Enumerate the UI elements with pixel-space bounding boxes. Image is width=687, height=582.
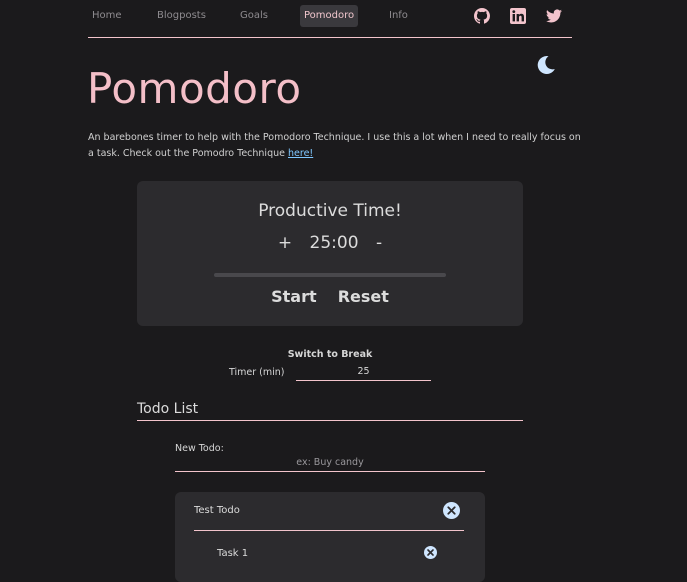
twitter-icon[interactable] bbox=[546, 8, 562, 24]
start-button[interactable]: Start bbox=[271, 287, 317, 306]
timer-minutes-input[interactable]: 25 bbox=[296, 366, 431, 381]
timer-row: + 25:00 - bbox=[137, 233, 523, 253]
top-nav: Home Blogposts Goals Pomodoro Info bbox=[88, 0, 572, 38]
timer-minutes-label: Timer (min) bbox=[229, 367, 285, 378]
timer-display: 25:00 bbox=[309, 233, 359, 253]
new-todo-input[interactable]: ex: Buy candy bbox=[175, 457, 485, 472]
increment-button[interactable]: + bbox=[278, 233, 292, 253]
timer-mode-title: Productive Time! bbox=[258, 201, 402, 221]
todo-divider bbox=[194, 530, 464, 531]
page-title: Pomodoro bbox=[87, 64, 302, 113]
new-todo-label: New Todo: bbox=[175, 443, 224, 454]
nav-goals[interactable]: Goals bbox=[236, 5, 272, 27]
todo-list-heading: Todo List bbox=[137, 401, 523, 421]
todo-title: Test Todo bbox=[194, 505, 240, 516]
intro-paragraph: An barebones timer to help with the Pomo… bbox=[88, 130, 588, 162]
switch-to-break-button[interactable]: Switch to Break bbox=[280, 349, 380, 360]
timer-progress-bar bbox=[214, 273, 446, 277]
task-item-label: Task 1 bbox=[217, 548, 249, 559]
close-circle-icon[interactable] bbox=[424, 546, 437, 559]
decrement-button[interactable]: - bbox=[376, 233, 382, 253]
nav-blogposts[interactable]: Blogposts bbox=[153, 5, 210, 27]
github-icon[interactable] bbox=[474, 8, 490, 24]
timer-card: Productive Time! + 25:00 - Start Reset bbox=[137, 181, 523, 326]
nav-pomodoro[interactable]: Pomodoro bbox=[300, 5, 359, 27]
close-circle-icon[interactable] bbox=[443, 502, 460, 519]
linkedin-icon[interactable] bbox=[510, 8, 526, 24]
todo-card: Test Todo Task 1 bbox=[175, 492, 485, 582]
pomodoro-technique-link[interactable]: here! bbox=[288, 148, 313, 159]
nav-info[interactable]: Info bbox=[385, 5, 412, 27]
intro-text: An barebones timer to help with the Pomo… bbox=[88, 132, 581, 159]
nav-home[interactable]: Home bbox=[88, 5, 126, 27]
moon-icon[interactable] bbox=[535, 54, 557, 76]
timer-actions: Start Reset bbox=[137, 287, 523, 306]
reset-button[interactable]: Reset bbox=[338, 287, 389, 306]
